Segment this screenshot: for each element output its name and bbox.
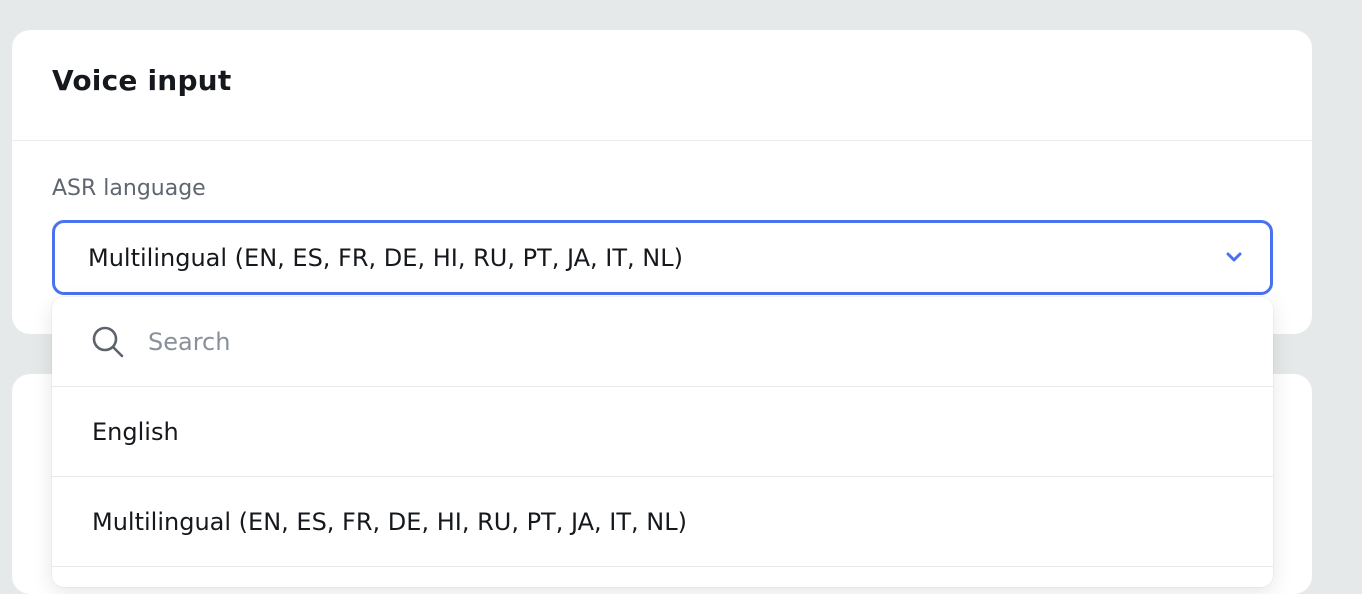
dropdown-search-input[interactable] xyxy=(146,326,1050,357)
card-header: Voice input xyxy=(12,30,1312,141)
dropdown-search-row xyxy=(52,297,1273,387)
asr-language-label: ASR language xyxy=(52,176,206,201)
option-english[interactable]: English xyxy=(52,387,1273,477)
option-multilingual[interactable]: Multilingual (EN, ES, FR, DE, HI, RU, PT… xyxy=(52,477,1273,567)
asr-language-selected-value: Multilingual (EN, ES, FR, DE, HI, RU, PT… xyxy=(88,243,683,272)
card-title: Voice input xyxy=(52,64,232,97)
search-icon xyxy=(92,326,124,357)
chevron-down-icon[interactable] xyxy=(1226,251,1242,263)
voice-input-card: Voice input ASR language Multilingual (E… xyxy=(12,30,1312,334)
asr-language-dropdown: English Multilingual (EN, ES, FR, DE, HI… xyxy=(52,297,1273,587)
asr-language-select[interactable]: Multilingual (EN, ES, FR, DE, HI, RU, PT… xyxy=(52,220,1273,295)
